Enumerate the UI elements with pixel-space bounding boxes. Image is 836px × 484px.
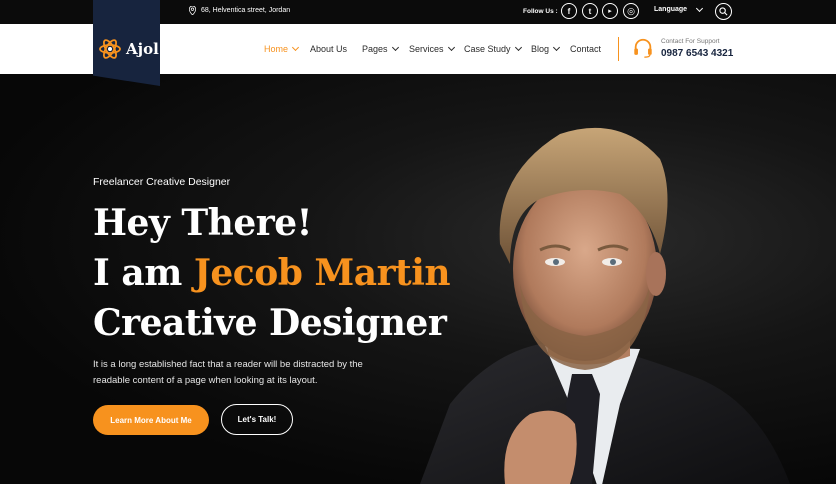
chevron-down-icon bbox=[696, 4, 704, 12]
nav-item-contact[interactable]: Contact bbox=[570, 44, 601, 54]
language-label: Language bbox=[654, 6, 688, 13]
support-label: Contact For Support bbox=[661, 38, 720, 45]
chevron-down-icon bbox=[291, 43, 300, 52]
chevron-down-icon bbox=[552, 43, 561, 52]
nav-item-services[interactable]: Services bbox=[409, 43, 455, 54]
facebook-icon[interactable]: f bbox=[561, 3, 577, 19]
twitter-icon[interactable]: t bbox=[582, 3, 598, 19]
nav-item-pages[interactable]: Pages bbox=[362, 43, 399, 54]
nav-divider bbox=[618, 37, 619, 61]
youtube-icon[interactable]: ▸ bbox=[602, 3, 618, 19]
instagram-icon[interactable]: ◎ bbox=[623, 3, 639, 19]
brand-name: Ajol bbox=[126, 40, 159, 58]
hero-headline-line-3: Creative Designer bbox=[93, 302, 447, 344]
chevron-down-icon bbox=[391, 43, 399, 52]
nav-item-blog[interactable]: Blog bbox=[531, 43, 561, 54]
hero-description: It is a long established fact that a rea… bbox=[93, 359, 363, 386]
address-text: 68, Helventica street, Jordan bbox=[201, 7, 291, 14]
chevron-down-icon bbox=[514, 43, 522, 52]
language-selector[interactable]: Language bbox=[654, 4, 704, 13]
nav-item-home[interactable]: Home bbox=[264, 43, 300, 54]
chevron-down-icon bbox=[447, 43, 455, 52]
nav-item-label: Contact bbox=[570, 44, 602, 54]
nav-item-about-us[interactable]: About Us bbox=[310, 44, 347, 54]
support-phone[interactable]: 0987 6543 4321 bbox=[661, 48, 733, 59]
search-button[interactable] bbox=[715, 3, 732, 20]
hero-headline-line-2: I am Jecob Martin bbox=[93, 252, 451, 294]
learn-more-button[interactable]: Learn More About Me bbox=[93, 405, 209, 435]
lets-talk-button[interactable]: Let's Talk! bbox=[221, 404, 293, 435]
follow-us-label: Follow Us : bbox=[523, 8, 558, 15]
atom-logo-icon bbox=[99, 39, 121, 59]
brand-logo[interactable]: Ajol bbox=[98, 37, 159, 61]
location-pin-icon bbox=[189, 6, 196, 15]
nav-item-label: About Us bbox=[310, 44, 348, 54]
hero-eyebrow: Freelancer Creative Designer bbox=[93, 176, 231, 188]
nav-item-label: Case Study bbox=[464, 44, 511, 54]
hero-section: Freelancer Creative Designer Hey There! … bbox=[0, 74, 836, 484]
nav-item-label: Blog bbox=[531, 44, 550, 54]
hero-headline-line-1: Hey There! bbox=[93, 202, 312, 244]
nav-item-case-study[interactable]: Case Study bbox=[464, 43, 522, 54]
headset-icon bbox=[634, 38, 652, 58]
nav-item-label: Home bbox=[264, 44, 289, 54]
search-icon bbox=[719, 7, 728, 16]
nav-item-label: Services bbox=[409, 44, 444, 54]
address: 68, Helventica street, Jordan bbox=[189, 6, 290, 15]
hero-name: Jecob Martin bbox=[193, 252, 451, 294]
hero-intro-text: I am bbox=[93, 252, 182, 294]
nav-item-label: Pages bbox=[362, 44, 388, 54]
